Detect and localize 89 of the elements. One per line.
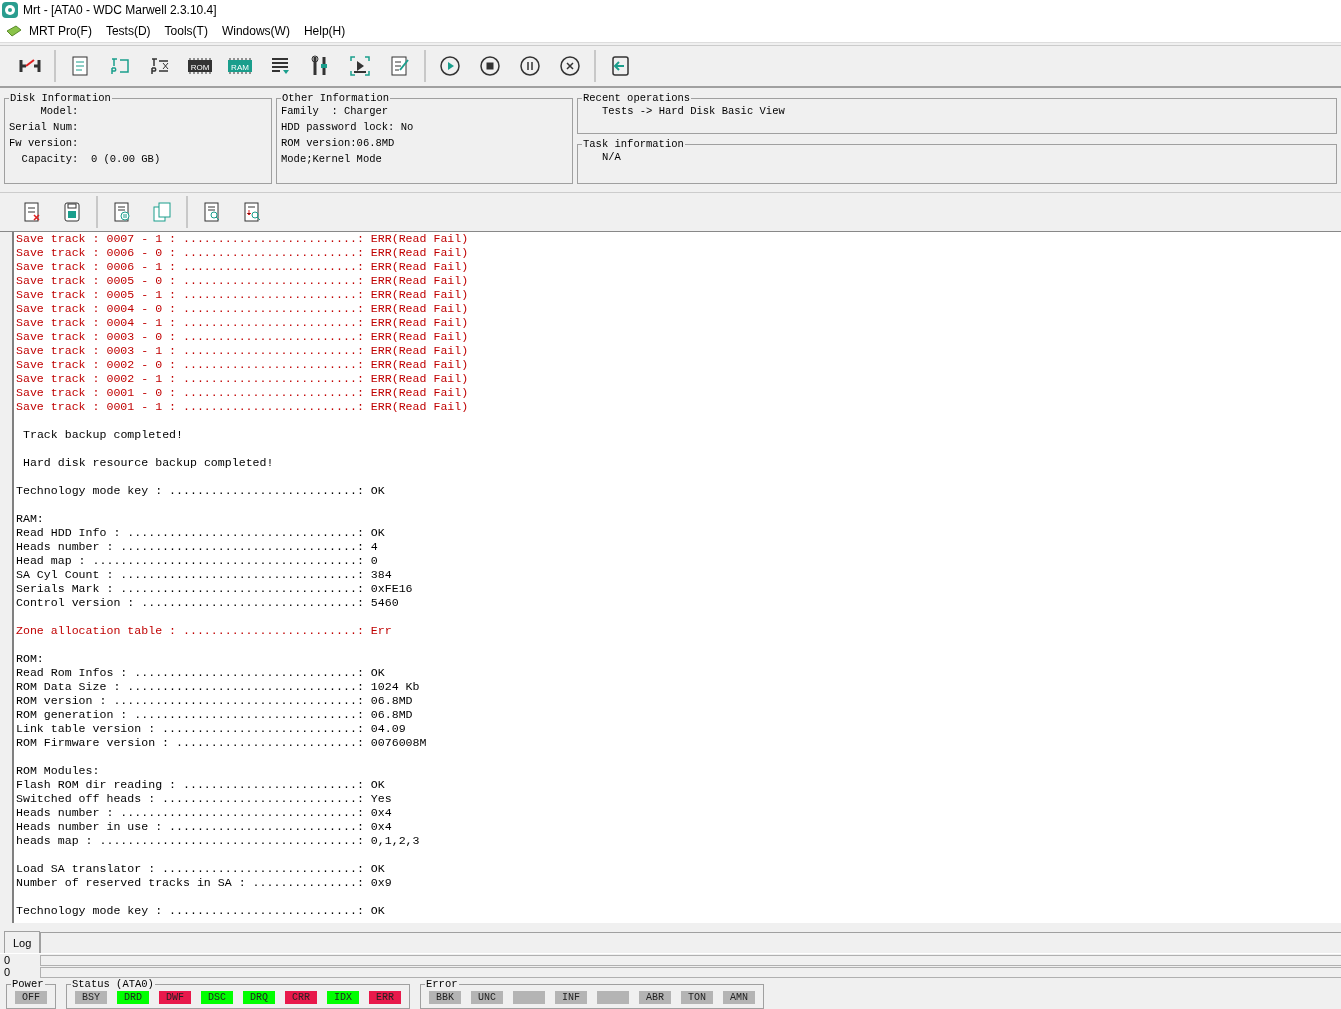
log-line: Save track : 0006 - 0 : .........................: ERR(Read Fail): [16, 246, 469, 260]
group-title: Status (ATA0): [71, 978, 155, 990]
cancel-icon: [558, 54, 582, 78]
log-line: Save track : 0003 - 1 : .........................: ERR(Read Fail): [16, 344, 469, 358]
menu-item[interactable]: MRT Pro(F): [22, 24, 99, 38]
screen-play-icon: [348, 54, 372, 78]
play-icon: [438, 54, 462, 78]
log-line: Control version : ...............................: 5460: [16, 596, 399, 610]
log-line: Track backup completed!: [22, 428, 184, 442]
info-line: Family : Charger: [281, 105, 390, 117]
log-line: Serials Mark : ..................................: 0xFE16: [16, 582, 413, 596]
log-line: Technology mode key : ...........................: OK: [16, 904, 385, 918]
log-line: Head map : ......................................: 0: [16, 554, 378, 568]
log-line: ROM:: [16, 652, 44, 666]
log-line: Switched off heads : ............................: Yes: [16, 792, 392, 806]
panel-title: Other Information: [281, 92, 391, 104]
log-line: RAM:: [16, 512, 44, 526]
info-line: Model:: [39, 105, 80, 117]
log-line: Load SA translator : ............................: OK: [16, 862, 385, 876]
status-flag: AMN: [723, 991, 755, 1004]
status-flag: BSY: [75, 991, 107, 1004]
info-line: Fw version:: [9, 137, 80, 149]
log-line: Save track : 0002 - 0 : .........................: ERR(Read Fail): [16, 358, 469, 372]
log-line: Save track : 0001 - 0 : .........................: ERR(Read Fail): [16, 386, 469, 400]
log-line: Save track : 0007 - 1 : .........................: ERR(Read Fail): [16, 232, 469, 246]
log-line: ROM generation : ................................: 06.8MD: [16, 708, 413, 722]
menu-item[interactable]: Help(H): [296, 24, 353, 38]
log-line: Zone allocation table : .........................: Err: [16, 624, 392, 638]
panel-title: Recent operations: [582, 92, 692, 104]
log-line: ROM Modules:: [16, 764, 100, 778]
log-line: Read HDD Info : .................................: OK: [16, 526, 385, 540]
log-line: ROM Data Size : .................................: 1024 Kb: [16, 680, 420, 694]
log-line: Save track : 0004 - 0 : .........................: ERR(Read Fail): [16, 302, 469, 316]
status-flag: IDX: [327, 991, 359, 1004]
task-info: N/A: [602, 151, 622, 163]
log-line: Save track : 0003 - 0 : .........................: ERR(Read Fail): [16, 330, 469, 344]
panel-title: Disk Information: [9, 92, 112, 104]
log-line: Save track : 0002 - 1 : .........................: ERR(Read Fail): [16, 372, 469, 386]
log-line: Save track : 0001 - 1 : .........................: ERR(Read Fail): [16, 400, 469, 414]
info-line: ROM version:06.8MD: [281, 137, 396, 149]
log-line: Save track : 0005 - 1 : .........................: ERR(Read Fail): [16, 288, 469, 302]
status-flag: BBK: [429, 991, 461, 1004]
status-flag: ERR: [369, 991, 401, 1004]
log-line: ROM Firmware version : ..........................: 0076008M: [16, 736, 427, 750]
menu-item[interactable]: Tools(T): [157, 24, 215, 38]
log-line: Save track : 0005 - 0 : .........................: ERR(Read Fail): [16, 274, 469, 288]
menu-item[interactable]: Tests(D): [98, 24, 158, 38]
status-flag: DRQ: [243, 991, 275, 1004]
pause-icon: [518, 54, 542, 78]
log-line: Save track : 0006 - 1 : .........................: ERR(Read Fail): [16, 260, 469, 274]
progress-value: 0: [4, 954, 12, 966]
log-line: Read Rom Infos : ................................: OK: [16, 666, 385, 680]
status-flag: UNC: [471, 991, 503, 1004]
log-line: Save track : 0004 - 1 : .........................: ERR(Read Fail): [16, 316, 469, 330]
info-line: Serial Num:: [9, 121, 80, 133]
status-flag: DWF: [159, 991, 191, 1004]
copy-icon: [150, 200, 174, 224]
info-line: Mode;Kernel Mode: [281, 153, 383, 165]
log-line: ROM version : ...................................: 06.8MD: [16, 694, 413, 708]
status-flag: ABR: [639, 991, 671, 1004]
status-flag: OFF: [15, 991, 47, 1004]
info-line: Capacity: 0 (0.00 GB): [20, 153, 162, 165]
log-line: SA Cyl Count : ..................................: 384: [16, 568, 392, 582]
window-title: Mrt - [ATA0 - WDC Marwell 2.3.10.4]: [23, 3, 217, 17]
log-tab[interactable]: Log: [4, 931, 41, 953]
group-title: Power: [11, 978, 45, 990]
log-line: Hard disk resource backup completed!: [22, 456, 274, 470]
log-line: heads map : .....................................: 0,1,2,3: [16, 834, 420, 848]
group-title: Error: [425, 978, 459, 990]
log-line: Technology mode key : ...........................: OK: [16, 484, 385, 498]
info-line: HDD password lock: No: [281, 121, 415, 133]
log-line: Heads number : ..................................: 4: [16, 540, 378, 554]
stop-icon: [478, 54, 502, 78]
edit-icon: [388, 54, 412, 78]
status-flag: DSC: [201, 991, 233, 1004]
log-line: Heads number : ..................................: 0x4: [16, 806, 392, 820]
status-flag: INF: [555, 991, 587, 1004]
status-flag: DRD: [117, 991, 149, 1004]
progress-value: 0: [4, 966, 12, 978]
menu-item[interactable]: Windows(W): [214, 24, 297, 38]
log-line: Link table version : ............................: 04.09: [16, 722, 406, 736]
panel-title: Task information: [582, 138, 685, 150]
log-line: Number of reserved tracks in SA : ...............: 0x9: [16, 876, 392, 890]
log-line: Flash ROM dir reading : .........................: OK: [16, 778, 385, 792]
status-flag: CRR: [285, 991, 317, 1004]
app-menu-icon[interactable]: [6, 25, 22, 37]
recent-operation: Tests -> Hard Disk Basic View: [602, 105, 786, 117]
log-line: Heads number in use : ...........................: 0x4: [16, 820, 392, 834]
status-flag: TON: [681, 991, 713, 1004]
